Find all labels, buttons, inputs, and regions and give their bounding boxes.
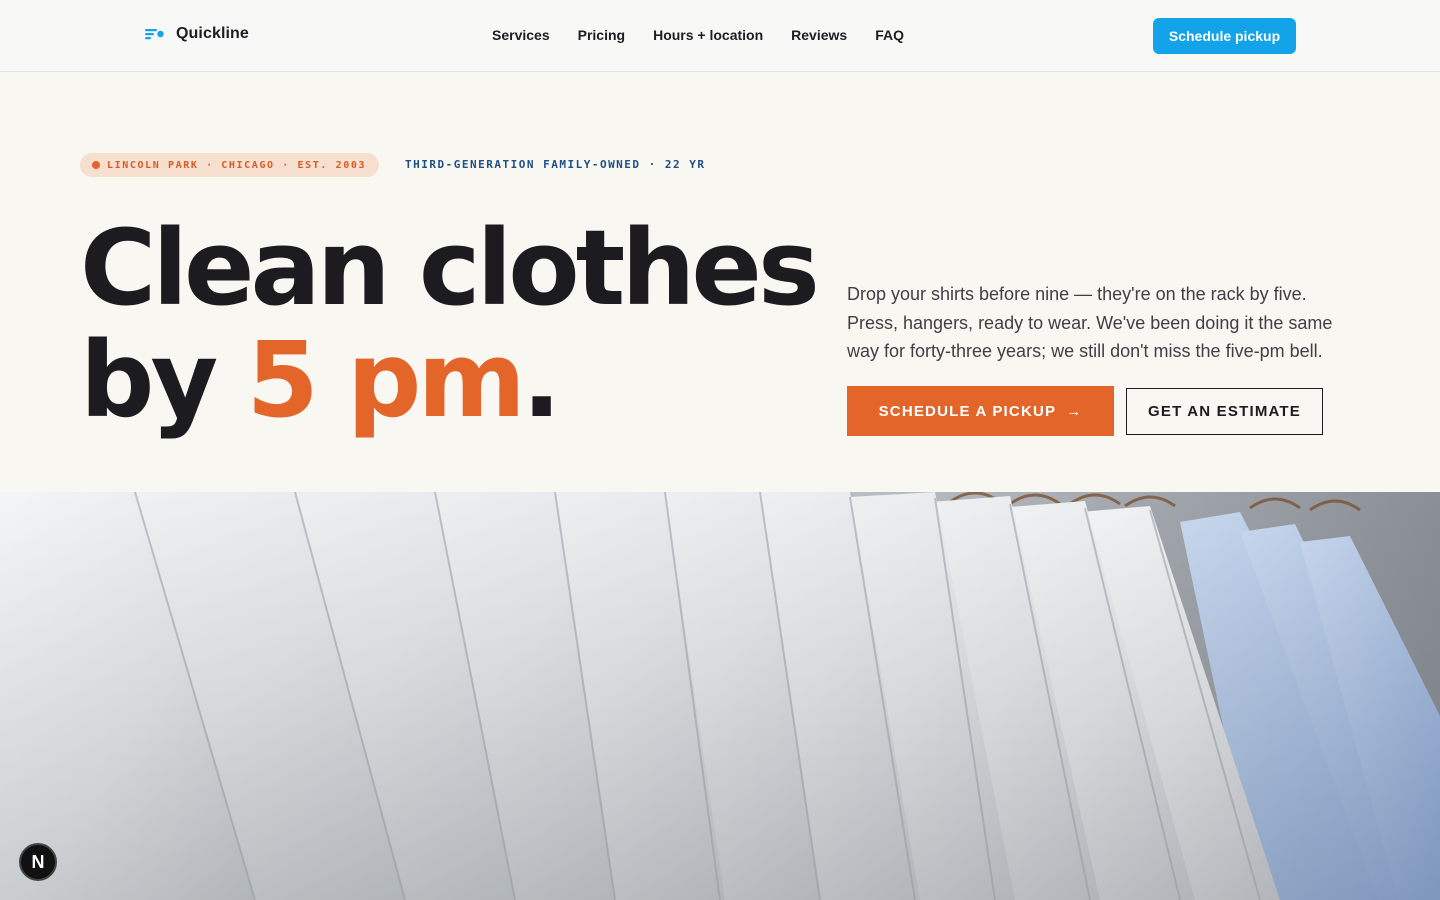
nav-link-faq[interactable]: FAQ [875, 27, 904, 43]
headline-period: . [521, 319, 561, 441]
get-an-estimate-button[interactable]: GET AN ESTIMATE [1126, 388, 1323, 435]
arrow-right-icon: → [1066, 402, 1083, 420]
speed-lines-icon [145, 29, 164, 40]
headline-accent: 5 pm [246, 319, 525, 441]
shirts-illustration [0, 492, 1440, 900]
nav-link-hours-location[interactable]: Hours + location [653, 27, 763, 43]
hero-photo-shirts-on-rack [0, 492, 1440, 900]
hero-headline: Clean clothes by 5 pm. [80, 207, 820, 436]
location-tag: LINCOLN PARK · CHICAGO · EST. 2003 [80, 153, 380, 177]
brand-logo-link[interactable]: Quickline [145, 25, 249, 43]
headline-line-1: Clean clothes [80, 207, 820, 329]
headline-prefix: by [80, 319, 247, 441]
nav-link-pricing[interactable]: Pricing [578, 27, 625, 43]
family-owned-tag: THIRD-GENERATION FAMILY-OWNED · 22 YR [405, 158, 706, 171]
brand-name: Quickline [176, 25, 249, 42]
schedule-pickup-button[interactable]: Schedule pickup [1153, 18, 1296, 54]
hero-description: Drop your shirts before nine — they're o… [847, 284, 1333, 361]
location-tag-text: LINCOLN PARK · CHICAGO · EST. 2003 [107, 159, 367, 171]
dot-icon [92, 161, 100, 169]
nav-link-services[interactable]: Services [492, 27, 550, 43]
headline-line-2: by 5 pm. [80, 324, 816, 436]
schedule-a-pickup-button[interactable]: SCHEDULE A PICKUP → [847, 386, 1114, 436]
devtools-badge[interactable]: N [19, 843, 57, 881]
top-navigation: Quickline Services Pricing Hours + locat… [0, 0, 1440, 72]
primary-nav: Services Pricing Hours + location Review… [492, 27, 904, 43]
nav-link-reviews[interactable]: Reviews [791, 27, 847, 43]
schedule-a-pickup-label: SCHEDULE A PICKUP [878, 402, 1057, 420]
